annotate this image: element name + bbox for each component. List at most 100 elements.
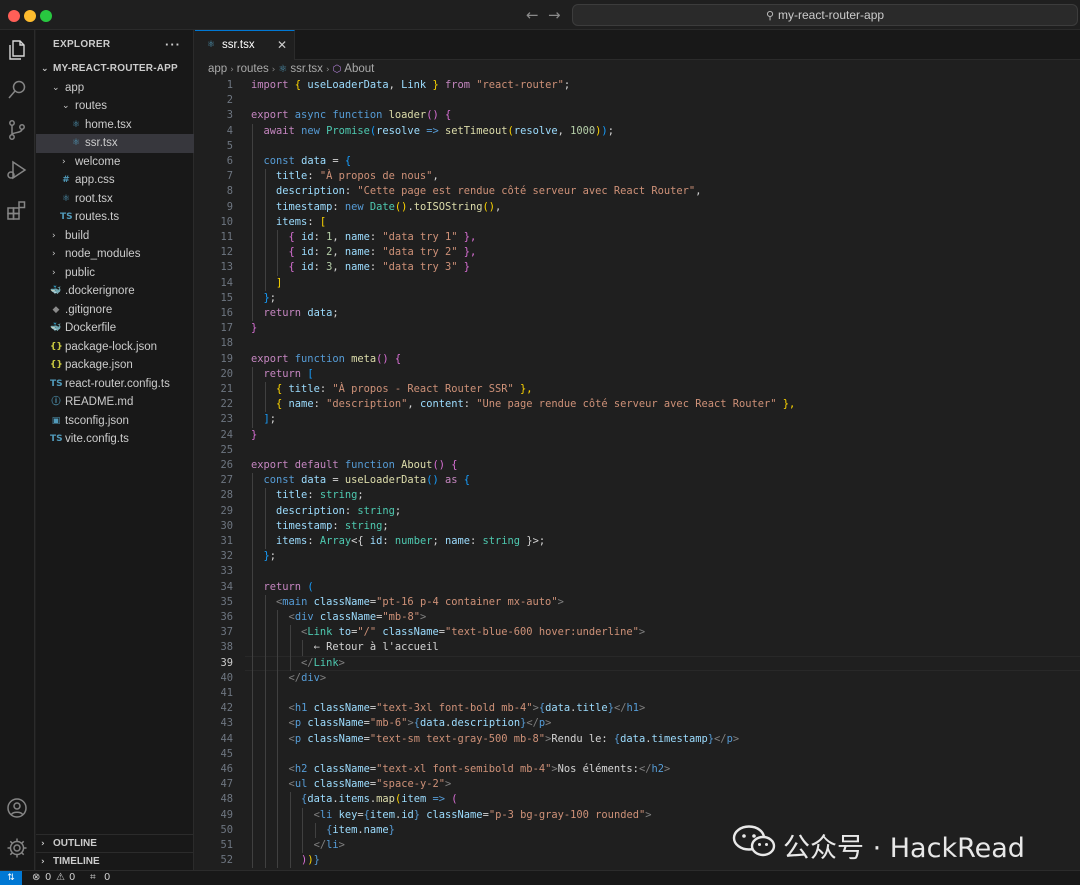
settings-gear-icon[interactable] (5, 836, 29, 860)
code-line[interactable]: 30 timestamp: string; (195, 519, 1080, 534)
close-icon[interactable]: ✕ (277, 31, 287, 60)
code-line[interactable]: 41 (195, 686, 1080, 701)
code-line[interactable]: 46 <h2 className="text-xl font-semibold … (195, 762, 1080, 777)
code-line[interactable]: 6 const data = { (195, 154, 1080, 169)
file-home-tsx[interactable]: ⚛ home.tsx (36, 116, 194, 135)
code-line[interactable]: 39 </Link> (195, 655, 1080, 671)
code-line[interactable]: 42 <h1 className="text-3xl font-bold mb-… (195, 701, 1080, 716)
file-react-router-config-ts[interactable]: TS react-router.config.ts (36, 375, 194, 394)
back-arrow-icon[interactable]: ← (526, 6, 539, 24)
code-line[interactable]: 7 title: "À propos de nous", (195, 169, 1080, 184)
code-line[interactable]: 17} (195, 321, 1080, 336)
line-number: 47 (220, 778, 233, 791)
folder-node-modules[interactable]: › node_modules (36, 245, 194, 264)
code-line[interactable]: 15 }; (195, 291, 1080, 306)
ports-icon[interactable]: ⌗ (90, 871, 96, 885)
folder-app[interactable]: ⌄ app (36, 79, 194, 98)
file-dockerfile[interactable]: 🐳 Dockerfile (36, 319, 194, 338)
code-line[interactable]: 12 { id: 2, name: "data try 2" }, (195, 245, 1080, 260)
file-readme-md[interactable]: ⓘ README.md (36, 393, 194, 412)
outline-section[interactable]: › OUTLINE (36, 834, 194, 852)
source-control-icon[interactable] (5, 118, 29, 142)
code-line[interactable]: 16 return data; (195, 306, 1080, 321)
code-line[interactable]: 11 { id: 1, name: "data try 1" }, (195, 230, 1080, 245)
file-root-tsx[interactable]: ⚛ root.tsx (36, 190, 194, 209)
code-line[interactable]: 29 description: string; (195, 504, 1080, 519)
folder-public[interactable]: › public (36, 264, 194, 283)
code-line[interactable]: 19 export function meta() { (195, 352, 1080, 367)
code-line[interactable]: 8 description: "Cette page est rendue cô… (195, 184, 1080, 199)
folder-welcome[interactable]: › welcome (36, 153, 194, 172)
code-line[interactable]: 21 { title: "À propos - React Router SSR… (195, 382, 1080, 397)
folder-build[interactable]: › build (36, 227, 194, 246)
code-line[interactable]: 31 items: Array<{ id: number; name: stri… (195, 534, 1080, 549)
forward-arrow-icon[interactable]: → (548, 6, 561, 24)
code-line[interactable]: 36 <div className="mb-8"> (195, 610, 1080, 625)
code-line[interactable]: 4 await new Promise(resolve => setTimeou… (195, 124, 1080, 139)
breadcrumb-item-symbol[interactable]: About (344, 63, 374, 75)
code-line[interactable]: 22 { name: "description", content: "Une … (195, 397, 1080, 412)
code-line[interactable]: 37 <Link to="/" className="text-blue-600… (195, 625, 1080, 640)
explorer-files-icon[interactable] (5, 38, 29, 62)
file-dockerignore[interactable]: 🐳 .dockerignore (36, 282, 194, 301)
file-package-lock-json[interactable]: {} package-lock.json (36, 338, 194, 357)
folder-routes[interactable]: ⌄ routes (36, 97, 194, 116)
code-line[interactable]: 2 (195, 93, 1080, 108)
command-center-search[interactable]: ⚲ my-react-router-app (572, 4, 1078, 26)
code-line[interactable]: 9 timestamp: new Date().toISOString(), (195, 200, 1080, 215)
code-line[interactable]: 35 <main className="pt-16 p-4 container … (195, 595, 1080, 610)
line-number: 16 (220, 307, 233, 319)
breadcrumb-item-app[interactable]: app (208, 63, 227, 75)
file-ssr-tsx[interactable]: ⚛ ssr.tsx (36, 134, 194, 153)
workspace-root[interactable]: ⌄ MY-REACT-ROUTER-APP (36, 60, 194, 79)
code-line[interactable]: 48 {data.items.map(item => ( (195, 792, 1080, 807)
extensions-icon[interactable] (5, 198, 29, 222)
code-line[interactable]: 10 items: [ (195, 215, 1080, 230)
close-window-button[interactable] (8, 10, 20, 22)
run-debug-icon[interactable] (5, 158, 29, 182)
code-line[interactable]: 18 (195, 336, 1080, 351)
code-line[interactable]: 14 ] (195, 276, 1080, 291)
file-gitignore[interactable]: ◆ .gitignore (36, 301, 194, 320)
search-icon[interactable] (5, 78, 29, 102)
code-line[interactable]: 24} (195, 428, 1080, 443)
more-actions-icon[interactable]: ··· (165, 30, 181, 60)
errors-icon[interactable]: ⊗ (32, 871, 40, 885)
tab-ssr-tsx[interactable]: ⚛ ssr.tsx ✕ (195, 30, 295, 60)
code-line[interactable]: 34 return ( (195, 580, 1080, 595)
code-line[interactable]: 32 }; (195, 549, 1080, 564)
timeline-section[interactable]: › TIMELINE (36, 852, 194, 870)
breadcrumb-item-file[interactable]: ssr.tsx (290, 63, 323, 75)
code-line[interactable]: 28 title: string; (195, 488, 1080, 503)
code-line[interactable]: 38 ← Retour à l'accueil (195, 640, 1080, 655)
remote-indicator-icon[interactable]: ⇅ (0, 871, 22, 885)
code-line[interactable]: 13 { id: 3, name: "data try 3" } (195, 260, 1080, 275)
maximize-window-button[interactable] (40, 10, 52, 22)
minimize-window-button[interactable] (24, 10, 36, 22)
code-line[interactable]: 45 (195, 747, 1080, 762)
file-routes-ts[interactable]: TS routes.ts (36, 208, 194, 227)
code-line[interactable]: 1 import { useLoaderData, Link } from "re… (195, 78, 1080, 93)
code-line[interactable]: 47 <ul className="space-y-2"> (195, 777, 1080, 792)
warnings-icon[interactable]: ⚠ (56, 871, 65, 885)
command-center-text: my-react-router-app (778, 8, 885, 22)
breadcrumb-item-routes[interactable]: routes (237, 63, 269, 75)
code-line[interactable]: 27 const data = useLoaderData() as { (195, 473, 1080, 488)
code-line[interactable]: 23 ]; (195, 412, 1080, 427)
code-line[interactable]: 43 <p className="mb-6">{data.description… (195, 716, 1080, 731)
code-line[interactable]: 25 (195, 443, 1080, 458)
file-tsconfig-json[interactable]: ▣ tsconfig.json (36, 412, 194, 431)
code-editor[interactable]: 1 import { useLoaderData, Link } from "re… (195, 78, 1080, 870)
code-line[interactable]: 49 <li key={item.id} className="p-3 bg-g… (195, 808, 1080, 823)
code-line[interactable]: 26 export default function About() { (195, 458, 1080, 473)
code-line[interactable]: 5 (195, 139, 1080, 154)
code-line[interactable]: 3 export async function loader() { (195, 108, 1080, 123)
file-app-css[interactable]: # app.css (36, 171, 194, 190)
code-line[interactable]: 40 </div> (195, 671, 1080, 686)
code-line[interactable]: 20 return [ (195, 367, 1080, 382)
code-line[interactable]: 44 <p className="text-sm text-gray-500 m… (195, 732, 1080, 747)
file-package-json[interactable]: {} package.json (36, 356, 194, 375)
account-icon[interactable] (5, 796, 29, 820)
file-vite-config-ts[interactable]: TS vite.config.ts (36, 430, 194, 449)
code-line[interactable]: 33 (195, 564, 1080, 579)
